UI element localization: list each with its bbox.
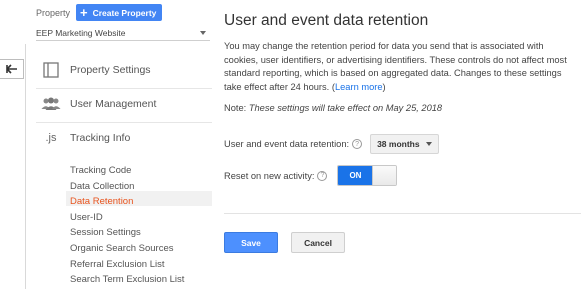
admin-sidebar: Property + Create Property EEP Marketing… xyxy=(0,0,212,289)
retention-field: User and event data retention: ? 38 mont… xyxy=(224,134,439,154)
note-text: These settings will take effect on May 2… xyxy=(248,103,443,113)
sidebar-item-label: Property Settings xyxy=(70,64,151,76)
help-icon[interactable]: ? xyxy=(352,139,363,149)
property-header: Property + Create Property xyxy=(36,4,163,21)
selected-property: EEP Marketing Website xyxy=(36,27,126,38)
arrow-left-icon xyxy=(5,64,17,74)
plus-icon: + xyxy=(80,5,88,20)
learn-more-link[interactable]: Learn more xyxy=(335,82,383,92)
divider xyxy=(36,122,212,123)
create-property-button[interactable]: + Create Property xyxy=(76,4,163,21)
sidebar-item-label: Tracking Info xyxy=(70,132,131,144)
property-selector[interactable]: EEP Marketing Website xyxy=(36,25,210,41)
create-property-label: Create Property xyxy=(92,7,157,18)
note-prefix: Note: xyxy=(224,103,249,113)
back-button[interactable] xyxy=(0,59,24,79)
page-title: User and event data retention xyxy=(224,12,429,29)
toggle-handle[interactable] xyxy=(372,166,397,185)
users-icon xyxy=(40,97,62,111)
divider xyxy=(36,88,212,89)
paren-close: ) xyxy=(382,81,386,92)
sidebar-item-property-settings[interactable]: Property Settings xyxy=(40,62,151,78)
sidebar-rail xyxy=(25,44,26,289)
submenu-item-organic-search-sources[interactable]: Organic Search Sources xyxy=(70,241,184,257)
sidebar-item-label: User Management xyxy=(70,98,157,110)
chevron-down-icon xyxy=(200,30,206,35)
reset-toggle[interactable]: ON xyxy=(337,165,398,186)
help-icon[interactable]: ? xyxy=(317,170,328,181)
description-text: You may change the retention period for … xyxy=(224,41,567,92)
js-icon: .js xyxy=(45,132,57,144)
save-button[interactable]: Save xyxy=(224,232,278,253)
reset-label: Reset on new activity: xyxy=(224,170,315,181)
retention-value: 38 months xyxy=(377,139,420,149)
tracking-info-submenu: Tracking Code Data Collection Data Reten… xyxy=(70,163,184,288)
retention-dropdown[interactable]: 38 months xyxy=(370,134,439,154)
submenu-item-tracking-code[interactable]: Tracking Code xyxy=(70,163,184,179)
toggle-on-label: ON xyxy=(338,166,373,185)
submenu-item-user-id[interactable]: User-ID xyxy=(70,210,184,226)
submenu-item-referral-exclusion-list[interactable]: Referral Exclusion List xyxy=(70,257,184,273)
note: Note: These settings will take effect on… xyxy=(224,103,442,113)
submenu-item-session-settings[interactable]: Session Settings xyxy=(70,225,184,241)
property-label: Property xyxy=(36,7,71,18)
sidebar-item-user-management[interactable]: User Management xyxy=(40,97,156,111)
sidebar-item-tracking-info[interactable]: .js Tracking Info xyxy=(40,132,131,144)
retention-label: User and event data retention: xyxy=(224,139,350,149)
submenu-item-data-retention[interactable]: Data Retention xyxy=(70,194,184,210)
divider xyxy=(224,213,581,214)
chevron-down-icon xyxy=(425,142,432,146)
description: You may change the retention period for … xyxy=(224,40,574,94)
property-settings-icon xyxy=(40,62,62,78)
cancel-button[interactable]: Cancel xyxy=(291,232,345,253)
reset-field: Reset on new activity: ? ON xyxy=(224,165,398,186)
submenu-item-data-collection[interactable]: Data Collection xyxy=(70,179,184,195)
submenu-item-search-term-exclusion-list[interactable]: Search Term Exclusion List xyxy=(70,272,184,288)
